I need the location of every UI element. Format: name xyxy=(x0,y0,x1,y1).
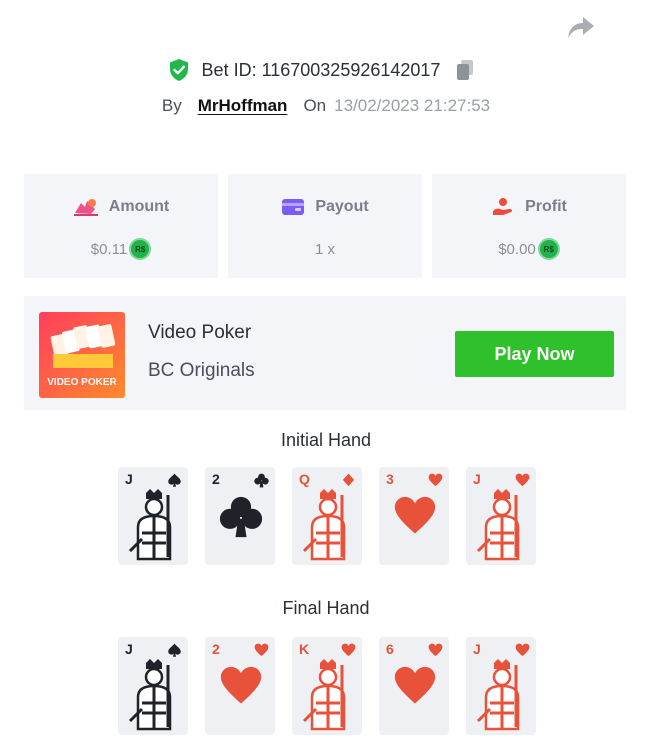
playing-card: J xyxy=(118,637,188,735)
wallet-icon xyxy=(282,199,305,215)
game-panel: VIDEO POKER Video Poker BC Originals Pla… xyxy=(24,296,626,410)
heart-suit-icon xyxy=(428,473,443,493)
play-now-button[interactable]: Play Now xyxy=(455,331,614,377)
card-rank: J xyxy=(473,641,481,657)
initial-hand-cards: J 2 Q 3 J xyxy=(118,467,536,565)
face-card-figure-icon xyxy=(128,657,180,735)
club-pip-icon xyxy=(219,495,263,544)
profit-icon xyxy=(493,198,513,215)
heart-pip-icon xyxy=(393,665,437,714)
card-rank: J xyxy=(125,641,133,657)
club-suit-icon xyxy=(254,473,269,493)
bet-id-row: Bet ID: 116700325926142017 xyxy=(0,56,652,84)
playing-card: J xyxy=(466,467,536,565)
card-rank: J xyxy=(125,471,133,487)
bet-id-text: Bet ID: 116700325926142017 xyxy=(201,59,441,80)
copy-icon[interactable] xyxy=(454,58,476,82)
username-link[interactable]: MrHoffman xyxy=(198,96,288,116)
card-rank: 2 xyxy=(212,641,220,657)
game-provider: BC Originals xyxy=(148,360,255,381)
stat-profit: Profit $0.00 R$ xyxy=(432,174,626,278)
playing-card: J xyxy=(118,467,188,565)
amount-icon xyxy=(73,199,98,216)
final-hand-cards: J 2 K 6 J xyxy=(118,637,536,735)
heart-pip-icon xyxy=(219,665,263,714)
stat-label: Payout xyxy=(315,198,369,215)
card-rank: 3 xyxy=(386,471,394,487)
game-thumbnail[interactable]: VIDEO POKER xyxy=(39,312,125,398)
currency-coin-icon: R$ xyxy=(129,238,152,260)
card-rank: K xyxy=(299,641,310,657)
face-card-figure-icon xyxy=(128,487,180,565)
stat-label: Amount xyxy=(108,198,170,215)
playing-card: 2 xyxy=(205,467,275,565)
currency-coin-icon: R$ xyxy=(537,238,560,260)
stat-value: 1 x xyxy=(314,240,335,258)
on-label: On xyxy=(303,96,327,115)
stat-amount: Amount $0.11 R$ xyxy=(24,174,218,278)
heart-suit-icon xyxy=(428,643,443,663)
by-label: By xyxy=(161,96,182,115)
verified-shield-icon xyxy=(168,58,190,82)
heart-pip-icon xyxy=(393,495,437,544)
playing-card: 3 xyxy=(379,467,449,565)
stat-payout: Payout 1 x xyxy=(228,174,422,278)
bet-stats: Amount $0.11 R$ Payout 1 x Profit $0.00 … xyxy=(24,174,626,278)
card-rank: Q xyxy=(299,471,310,487)
initial-hand-title: Initial Hand xyxy=(280,430,372,450)
heart-suit-icon xyxy=(254,643,269,663)
card-rank: 6 xyxy=(386,641,394,657)
stat-value: $0.11 xyxy=(90,240,128,258)
final-hand-title: Final Hand xyxy=(282,598,370,618)
playing-card: 6 xyxy=(379,637,449,735)
share-icon[interactable] xyxy=(566,14,596,42)
playing-card: Q xyxy=(292,467,362,565)
playing-card: K xyxy=(292,637,362,735)
stat-label: Profit xyxy=(525,198,567,215)
bet-datetime: 13/02/2023 21:27:53 xyxy=(334,96,491,115)
face-card-figure-icon xyxy=(302,487,354,565)
stat-value: $0.00 xyxy=(498,240,536,258)
card-rank: J xyxy=(473,471,481,487)
face-card-figure-icon xyxy=(302,657,354,735)
playing-card: 2 xyxy=(205,637,275,735)
face-card-figure-icon xyxy=(476,657,528,735)
thumb-text: VIDEO POKER xyxy=(47,377,117,388)
author-row: By MrHoffman On 13/02/2023 21:27:53 xyxy=(0,93,652,119)
playing-card: J xyxy=(466,637,536,735)
game-name: Video Poker xyxy=(148,322,252,343)
card-rank: 2 xyxy=(212,471,220,487)
face-card-figure-icon xyxy=(476,487,528,565)
